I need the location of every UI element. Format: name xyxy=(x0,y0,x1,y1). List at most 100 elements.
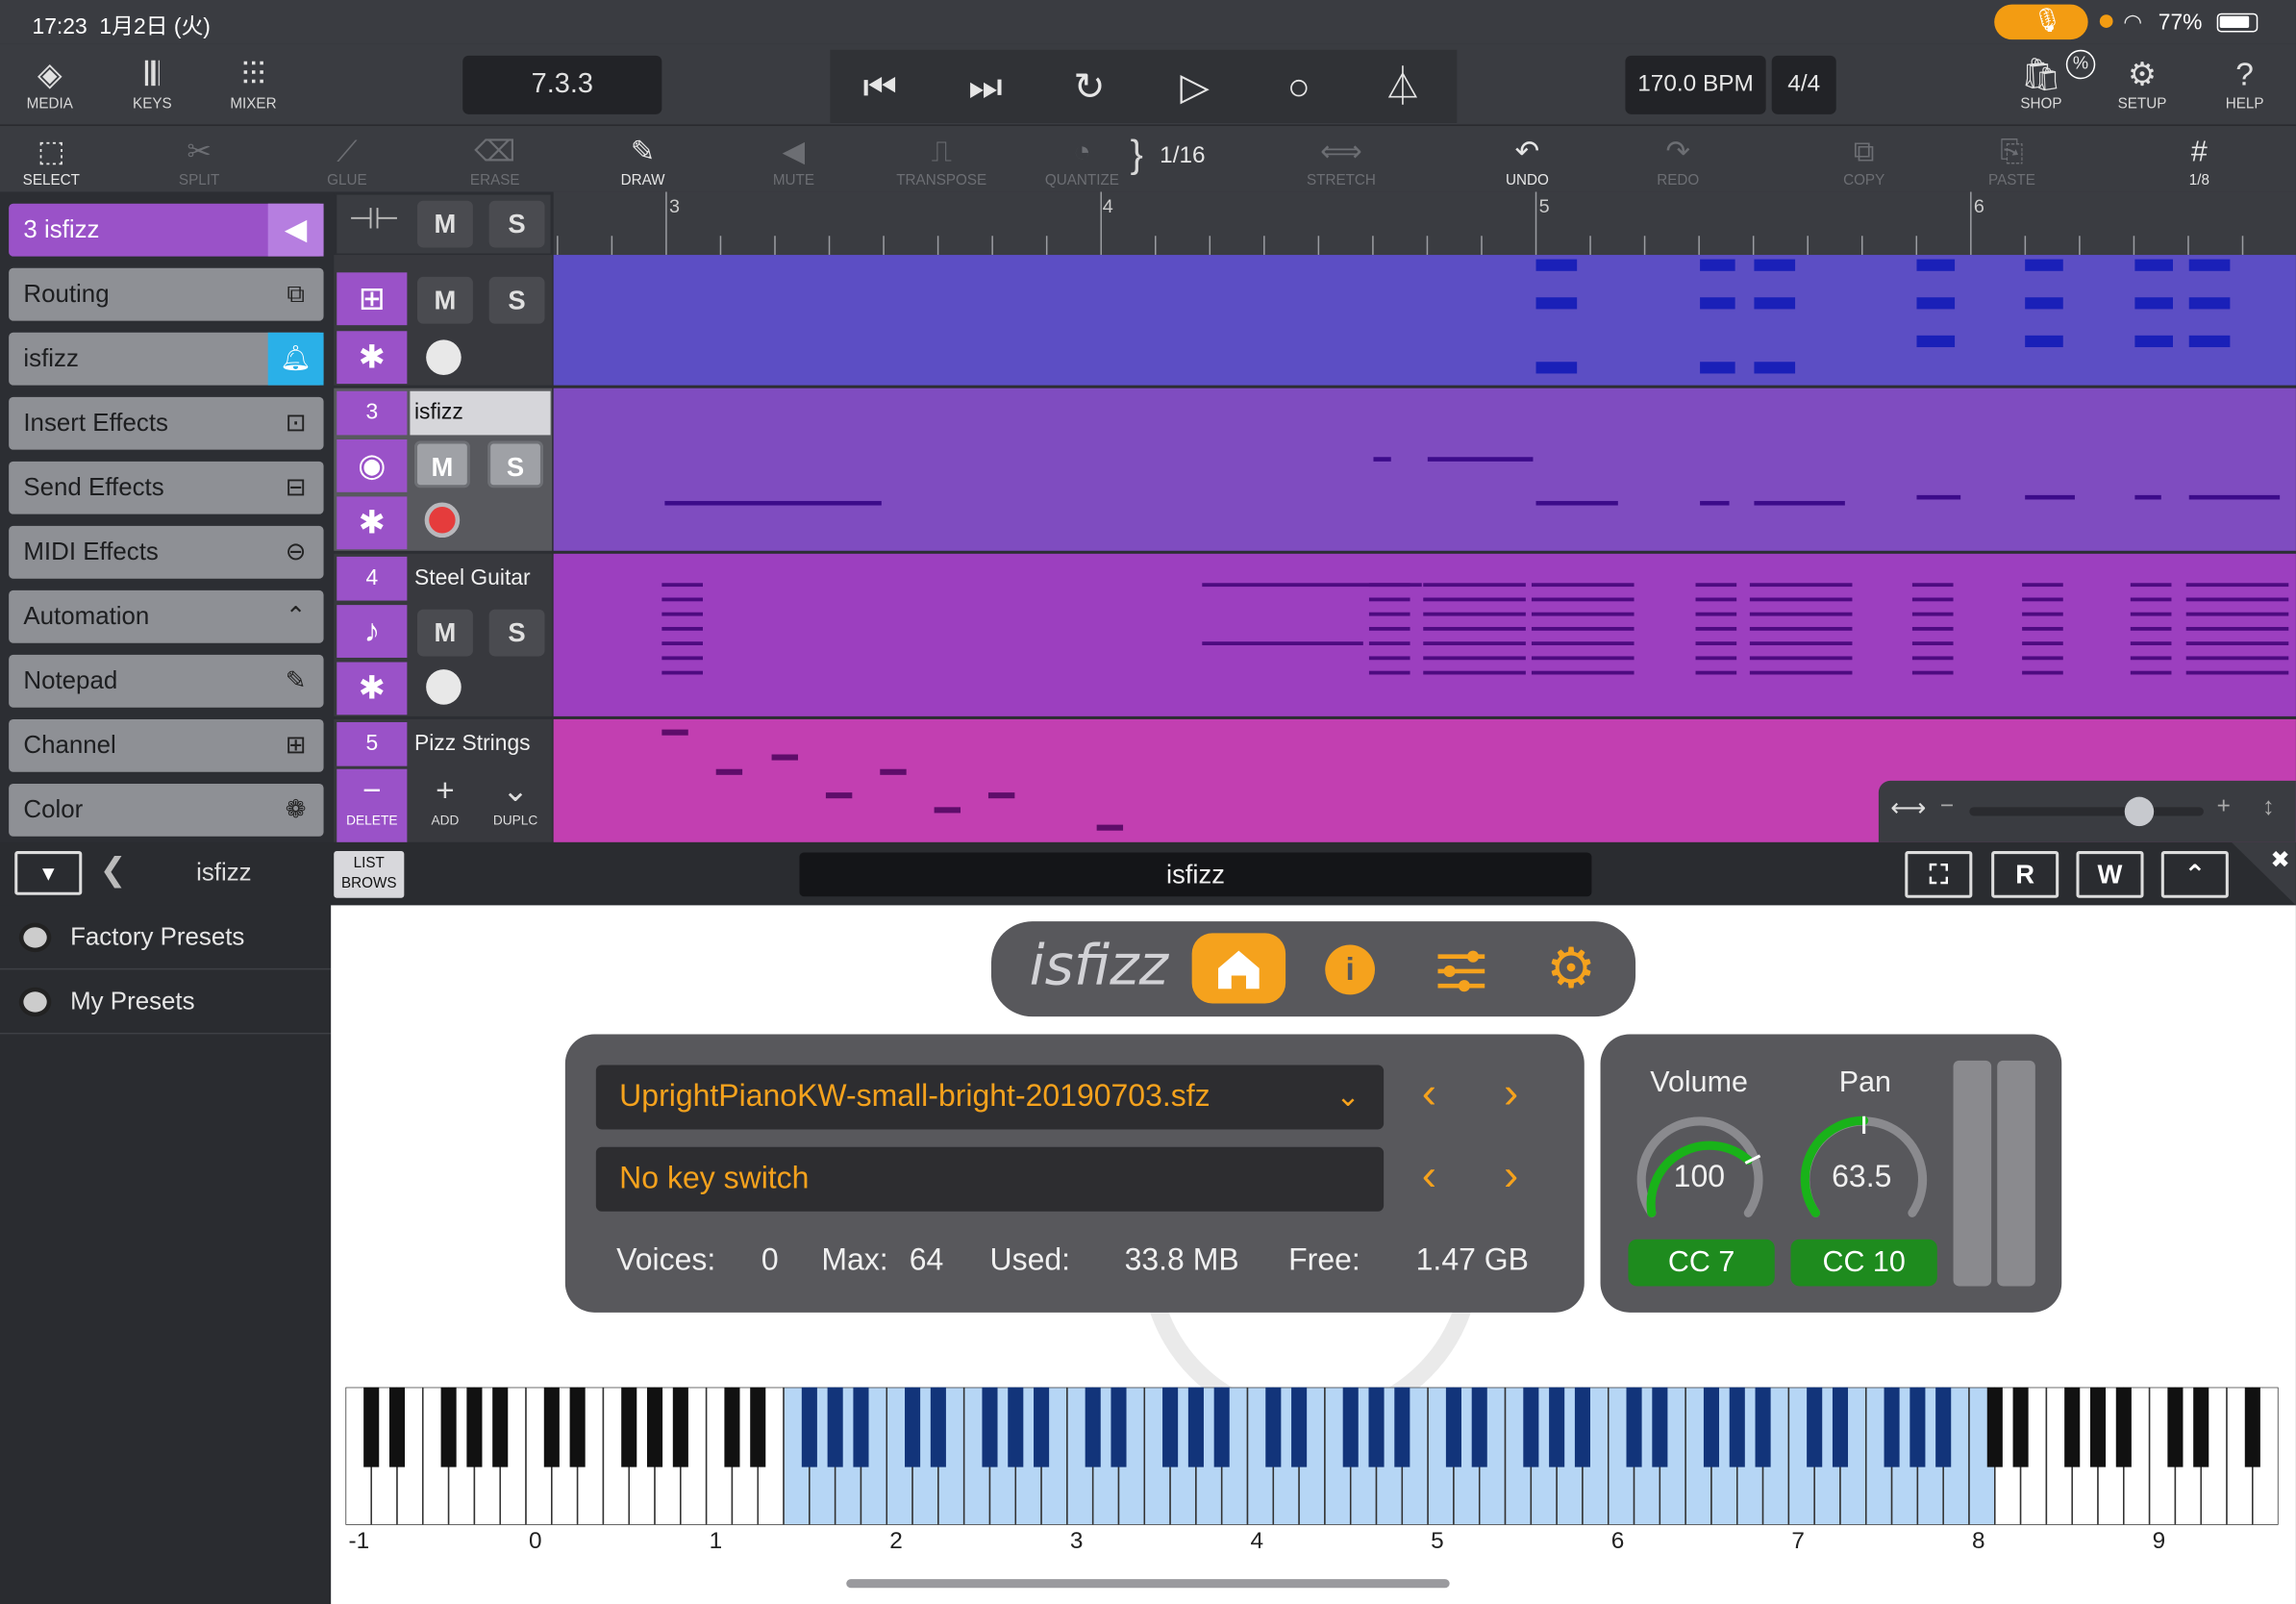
midi-note[interactable] xyxy=(661,670,703,675)
black-key[interactable] xyxy=(1394,1387,1410,1467)
midi-note[interactable] xyxy=(1911,626,1954,631)
midi-note[interactable] xyxy=(1531,583,1635,588)
midi-note[interactable] xyxy=(1202,583,1422,588)
midi-note[interactable] xyxy=(2022,670,2063,675)
midi-note[interactable] xyxy=(2022,626,2063,631)
help-button[interactable]: ? HELP xyxy=(2201,50,2288,113)
glue-tool[interactable]: ⟋ GLUE xyxy=(296,132,399,189)
midi-note[interactable] xyxy=(1531,597,1635,602)
track-4-solo[interactable]: S xyxy=(488,609,545,657)
black-key[interactable] xyxy=(2089,1387,2107,1467)
track-2-record-arm[interactable] xyxy=(426,339,462,375)
plugin-automation-button[interactable]: ⌃ xyxy=(2160,851,2229,898)
midi-note[interactable] xyxy=(2134,494,2161,500)
black-key[interactable] xyxy=(827,1387,843,1467)
back-chevron-icon[interactable]: ❮ xyxy=(100,851,127,890)
rewind-start-icon[interactable]: ⏮ xyxy=(851,62,910,112)
midi-note[interactable] xyxy=(1531,656,1635,661)
track-header-2[interactable]: ⊞ M S ✱ xyxy=(334,255,553,386)
black-key[interactable] xyxy=(2244,1387,2260,1467)
black-key[interactable] xyxy=(1111,1387,1127,1467)
midi-note[interactable] xyxy=(2188,259,2231,271)
midi-note[interactable] xyxy=(1916,494,1961,500)
midi-note[interactable] xyxy=(2130,656,2172,661)
black-key[interactable] xyxy=(905,1387,921,1467)
midi-note[interactable] xyxy=(1754,500,1845,506)
midi-note[interactable] xyxy=(715,768,743,775)
stretch-tool[interactable]: ⟺ STRETCH xyxy=(1290,132,1393,189)
select-tool[interactable]: ⬚ SELECT xyxy=(0,132,103,189)
mute-tool[interactable]: ◀ MUTE xyxy=(742,132,845,189)
midi-note[interactable] xyxy=(2130,597,2172,602)
midi-note[interactable] xyxy=(664,500,882,506)
midi-note[interactable] xyxy=(1535,500,1618,506)
inspector-notepad[interactable]: Notepad ✎ xyxy=(9,654,324,708)
volume-cc-button[interactable]: CC 7 xyxy=(1628,1239,1775,1287)
midi-note[interactable] xyxy=(1911,597,1954,602)
midi-note[interactable] xyxy=(2134,259,2173,271)
black-key[interactable] xyxy=(1008,1387,1024,1467)
black-key[interactable] xyxy=(1291,1387,1308,1467)
track-2-mute[interactable]: M xyxy=(417,276,473,324)
midi-note[interactable] xyxy=(1749,583,1853,588)
midi-note[interactable] xyxy=(2185,641,2289,646)
black-key[interactable] xyxy=(1523,1387,1539,1467)
midi-note[interactable] xyxy=(2188,494,2281,500)
black-key[interactable] xyxy=(2064,1387,2081,1467)
track-4-mute[interactable]: M xyxy=(417,609,473,657)
midi-note[interactable] xyxy=(1749,597,1853,602)
midi-note[interactable] xyxy=(1695,626,1737,631)
midi-note[interactable] xyxy=(2185,612,2289,616)
midi-note[interactable] xyxy=(1916,297,1956,310)
automation-read-button[interactable]: R xyxy=(1991,851,2059,898)
midi-region[interactable] xyxy=(553,255,2296,386)
next-keyswitch-button[interactable]: › xyxy=(1504,1151,1518,1201)
black-key[interactable] xyxy=(388,1387,406,1467)
add-track-button[interactable]: + ADD xyxy=(410,769,480,842)
midi-note[interactable] xyxy=(1700,500,1730,506)
grid-button[interactable]: #1/8 xyxy=(2148,132,2251,189)
quantize-tool[interactable]: ◔ QUANTIZE xyxy=(1031,132,1134,189)
midi-note[interactable] xyxy=(1368,612,1410,616)
inspector-header[interactable]: 3 isfizz ◀ xyxy=(9,203,324,257)
midi-note[interactable] xyxy=(2134,335,2173,348)
midi-note[interactable] xyxy=(1754,259,1796,271)
black-key[interactable] xyxy=(1034,1387,1050,1467)
draw-tool[interactable]: ✎ DRAW xyxy=(591,132,694,189)
inspector-color[interactable]: Color ❁ xyxy=(9,783,324,837)
paste-button[interactable]: ⎘ PASTE xyxy=(1960,132,2063,189)
black-key[interactable] xyxy=(724,1387,740,1467)
black-key[interactable] xyxy=(621,1387,637,1467)
midi-note[interactable] xyxy=(1911,670,1954,675)
zoom-slider-track[interactable] xyxy=(1969,807,2204,816)
midi-note[interactable] xyxy=(1695,670,1737,675)
inspector-routing[interactable]: Routing ⧉ xyxy=(9,267,324,321)
midi-note[interactable] xyxy=(1373,457,1391,462)
midi-note[interactable] xyxy=(1695,612,1737,616)
midi-note[interactable] xyxy=(825,792,853,799)
inspector-send-effects[interactable]: Send Effects ⊟ xyxy=(9,461,324,514)
sfz-file-select[interactable]: UprightPianoKW-small-bright-20190703.sfz… xyxy=(595,1065,1385,1130)
black-key[interactable] xyxy=(801,1387,817,1467)
list-browse-toggle[interactable]: LIST BROWS xyxy=(334,851,405,898)
midi-note[interactable] xyxy=(2025,494,2075,500)
prev-keyswitch-button[interactable]: ‹ xyxy=(1422,1151,1436,1201)
black-key[interactable] xyxy=(1626,1387,1642,1467)
midi-note[interactable] xyxy=(2185,597,2289,602)
redo-button[interactable]: ↷ REDO xyxy=(1627,132,1730,189)
midi-note[interactable] xyxy=(1368,626,1410,631)
black-key[interactable] xyxy=(646,1387,663,1467)
midi-note[interactable] xyxy=(1531,626,1635,631)
midi-note[interactable] xyxy=(2025,335,2063,348)
midi-note[interactable] xyxy=(1700,297,1735,310)
midi-note[interactable] xyxy=(1531,641,1635,646)
midi-note[interactable] xyxy=(1695,641,1737,646)
midi-note[interactable] xyxy=(1695,583,1737,588)
midi-note[interactable] xyxy=(1368,641,1410,646)
midi-note[interactable] xyxy=(1368,670,1410,675)
midi-note[interactable] xyxy=(661,612,703,616)
collapse-editor-button[interactable]: ▼ xyxy=(14,851,83,895)
midi-note[interactable] xyxy=(1535,362,1578,374)
global-solo-button[interactable]: S xyxy=(488,200,545,248)
black-key[interactable] xyxy=(1807,1387,1823,1467)
